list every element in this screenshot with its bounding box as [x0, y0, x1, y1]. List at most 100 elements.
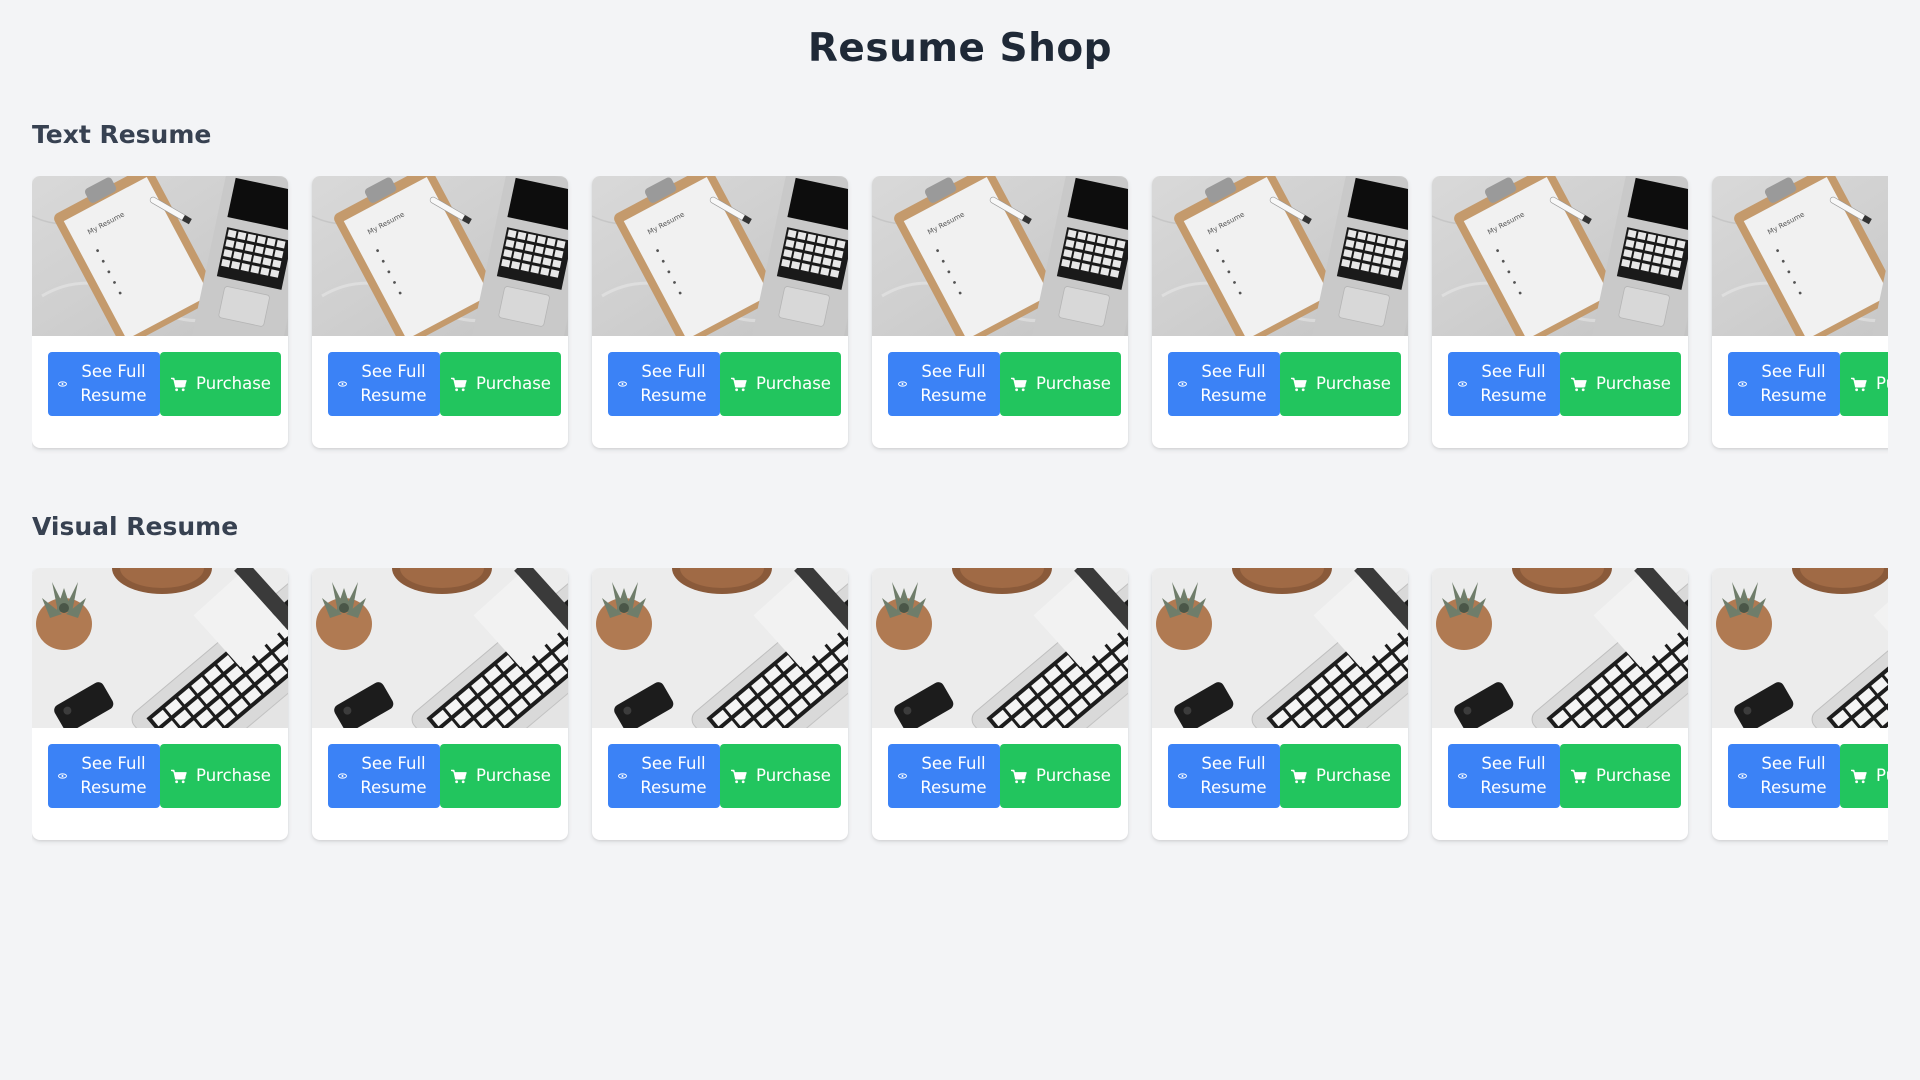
eye-icon: [1458, 773, 1467, 779]
purchase-label: Purchase: [1316, 766, 1391, 785]
purchase-button[interactable]: Purchase: [1560, 744, 1681, 808]
resume-thumbnail-image: My Resume: [1152, 176, 1408, 336]
cart-icon: [1290, 377, 1307, 392]
cart-icon: [450, 769, 467, 784]
visual-resume-card-list: See Full Resume Purchase See Full Resume P…: [32, 568, 1888, 840]
purchase-button[interactable]: Purchase: [160, 744, 281, 808]
see-full-resume-button[interactable]: See Full Resume: [328, 352, 440, 416]
purchase-label: Purchase: [1596, 374, 1671, 393]
card-actions: See Full Resume Purchase: [1448, 744, 1681, 808]
see-full-resume-button[interactable]: See Full Resume: [888, 352, 1000, 416]
resume-thumbnail-image: [1432, 568, 1688, 728]
see-full-resume-button[interactable]: See Full Resume: [1168, 744, 1280, 808]
card-actions: See Full Resume Purchase: [1728, 744, 1888, 808]
purchase-button[interactable]: Purchase: [440, 352, 561, 416]
resume-thumbnail-image: [592, 568, 848, 728]
purchase-button[interactable]: Purchase: [1000, 352, 1121, 416]
cart-icon: [1290, 769, 1307, 784]
eye-icon: [1738, 773, 1747, 779]
card-actions: See Full Resume Purchase: [1448, 352, 1681, 416]
card-actions: See Full Resume Purchase: [608, 744, 841, 808]
resume-card: See Full Resume Purchase: [32, 568, 288, 840]
see-full-resume-button[interactable]: See Full Resume: [608, 744, 720, 808]
resume-card: My Resume See Full Resume Purchase: [872, 176, 1128, 448]
card-actions: See Full Resume Purchase: [48, 744, 281, 808]
card-actions: See Full Resume Purchase: [888, 744, 1121, 808]
purchase-button[interactable]: Purchase: [440, 744, 561, 808]
purchase-button[interactable]: Purchase: [1840, 744, 1888, 808]
purchase-button[interactable]: Purchase: [1840, 352, 1888, 416]
see-full-resume-label: See Full Resume: [1200, 754, 1267, 797]
resume-thumbnail-image: My Resume: [32, 176, 288, 336]
resume-shop-page: Resume Shop Text Resume My Resume See Fu…: [0, 0, 1920, 1080]
eye-icon: [1178, 381, 1187, 387]
eye-icon: [1458, 381, 1467, 387]
card-actions: See Full Resume Purchase: [1168, 744, 1401, 808]
eye-icon: [618, 773, 627, 779]
resume-card: See Full Resume Purchase: [1712, 568, 1888, 840]
purchase-button[interactable]: Purchase: [1560, 352, 1681, 416]
see-full-resume-label: See Full Resume: [360, 362, 427, 405]
see-full-resume-label: See Full Resume: [920, 754, 987, 797]
resume-thumbnail-image: [1152, 568, 1408, 728]
purchase-button[interactable]: Purchase: [1280, 744, 1401, 808]
purchase-label: Purchase: [1316, 374, 1391, 393]
resume-thumbnail-image: [1712, 568, 1888, 728]
resume-card: My Resume See Full Resume Purchase: [1432, 176, 1688, 448]
purchase-label: Purchase: [196, 766, 271, 785]
cart-icon: [1850, 377, 1867, 392]
cart-icon: [170, 377, 187, 392]
see-full-resume-label: See Full Resume: [1200, 362, 1267, 405]
cart-icon: [1850, 769, 1867, 784]
purchase-label: Purchase: [756, 766, 831, 785]
purchase-label: Purchase: [196, 374, 271, 393]
see-full-resume-label: See Full Resume: [1480, 754, 1547, 797]
resume-card: My Resume See Full Resume Purchase: [32, 176, 288, 448]
purchase-label: Purchase: [1036, 374, 1111, 393]
resume-card: My Resume See Full Resume Purchase: [592, 176, 848, 448]
see-full-resume-button[interactable]: See Full Resume: [1728, 352, 1840, 416]
cart-icon: [1010, 377, 1027, 392]
purchase-button[interactable]: Purchase: [1000, 744, 1121, 808]
text-resume-row[interactable]: My Resume See Full Resume Purchase My Re…: [32, 176, 1888, 466]
card-actions: See Full Resume Purchase: [48, 352, 281, 416]
see-full-resume-label: See Full Resume: [640, 754, 707, 797]
see-full-resume-label: See Full Resume: [920, 362, 987, 405]
see-full-resume-label: See Full Resume: [360, 754, 427, 797]
card-actions: See Full Resume Purchase: [1728, 352, 1888, 416]
eye-icon: [618, 381, 627, 387]
eye-icon: [898, 381, 907, 387]
purchase-button[interactable]: Purchase: [160, 352, 281, 416]
purchase-button[interactable]: Purchase: [720, 744, 841, 808]
see-full-resume-button[interactable]: See Full Resume: [1448, 744, 1560, 808]
purchase-button[interactable]: Purchase: [1280, 352, 1401, 416]
see-full-resume-label: See Full Resume: [80, 362, 147, 405]
card-actions: See Full Resume Purchase: [608, 352, 841, 416]
see-full-resume-button[interactable]: See Full Resume: [48, 744, 160, 808]
see-full-resume-button[interactable]: See Full Resume: [1168, 352, 1280, 416]
purchase-label: Purchase: [1876, 766, 1888, 785]
see-full-resume-button[interactable]: See Full Resume: [888, 744, 1000, 808]
resume-card: See Full Resume Purchase: [592, 568, 848, 840]
resume-thumbnail-image: [872, 568, 1128, 728]
purchase-label: Purchase: [476, 766, 551, 785]
visual-resume-row[interactable]: See Full Resume Purchase See Full Resume P…: [32, 568, 1888, 858]
see-full-resume-label: See Full Resume: [1760, 754, 1827, 797]
resume-card: My Resume See Full Resume Purchase: [1152, 176, 1408, 448]
resume-thumbnail-image: My Resume: [312, 176, 568, 336]
resume-thumbnail-image: [312, 568, 568, 728]
see-full-resume-button[interactable]: See Full Resume: [328, 744, 440, 808]
section-title-visual-resume: Visual Resume: [32, 512, 239, 541]
see-full-resume-button[interactable]: See Full Resume: [1448, 352, 1560, 416]
eye-icon: [1178, 773, 1187, 779]
cart-icon: [1570, 769, 1587, 784]
see-full-resume-button[interactable]: See Full Resume: [1728, 744, 1840, 808]
eye-icon: [338, 773, 347, 779]
see-full-resume-button[interactable]: See Full Resume: [608, 352, 720, 416]
eye-icon: [1738, 381, 1747, 387]
see-full-resume-button[interactable]: See Full Resume: [48, 352, 160, 416]
purchase-button[interactable]: Purchase: [720, 352, 841, 416]
cart-icon: [170, 769, 187, 784]
card-actions: See Full Resume Purchase: [1168, 352, 1401, 416]
card-actions: See Full Resume Purchase: [328, 352, 561, 416]
